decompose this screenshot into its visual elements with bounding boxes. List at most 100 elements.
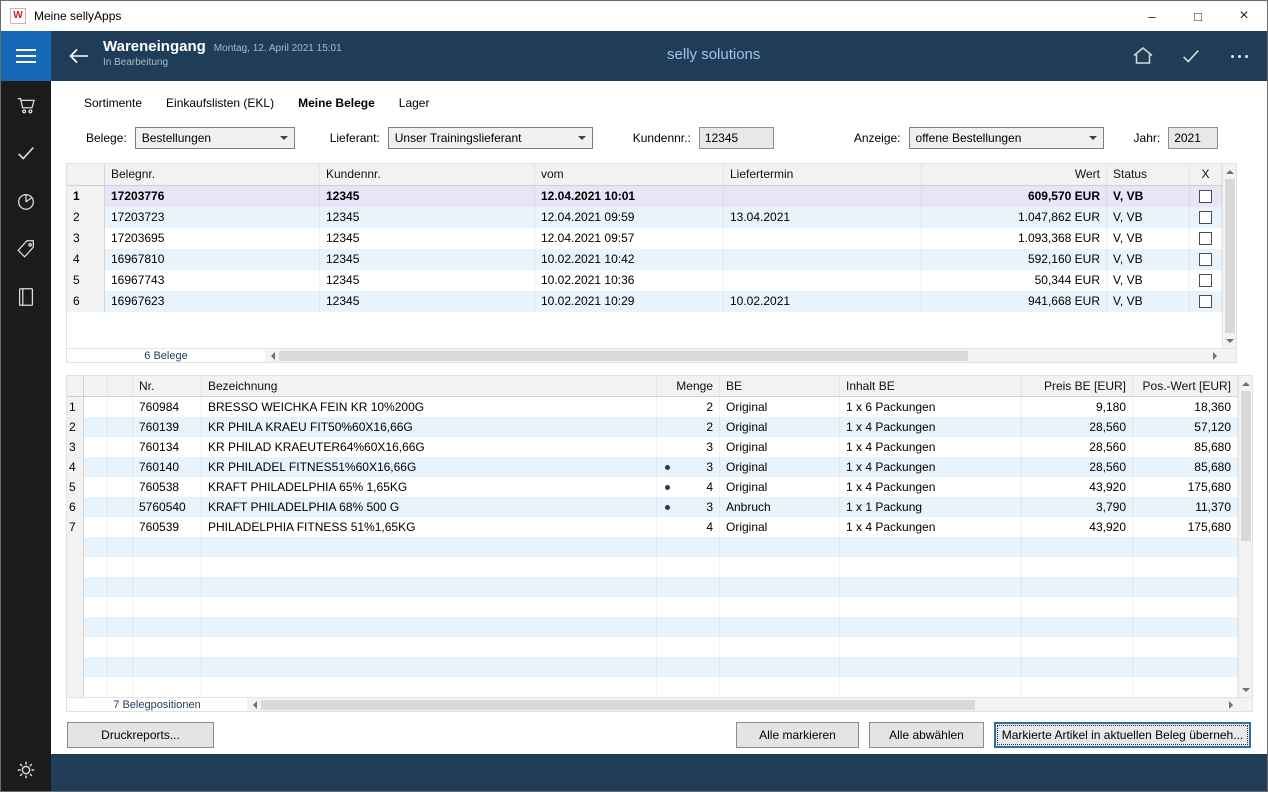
belege-dropdown[interactable]: Bestellungen	[135, 127, 295, 149]
beleg-row[interactable]: 6169676231234510.02.2021 10:2910.02.2021…	[67, 291, 1222, 312]
settings-gear-icon[interactable]	[1, 759, 51, 781]
col-select[interactable]: X	[1190, 164, 1222, 185]
cell-bezeichnung: KRAFT PHILADELPHIA 68% 500 G	[202, 497, 657, 517]
positionen-horizontal-scrollbar[interactable]	[247, 698, 1238, 711]
tab-meine-belege[interactable]: Meine Belege	[298, 96, 375, 110]
col-menge[interactable]: Menge	[657, 376, 720, 396]
cart-icon[interactable]	[15, 94, 37, 116]
belege-dropdown-value: Bestellungen	[142, 131, 274, 145]
scroll-left-icon[interactable]	[247, 698, 261, 712]
tab-sortimente[interactable]: Sortimente	[84, 96, 142, 110]
cell-artikelnr: 760139	[133, 417, 202, 437]
beleg-row[interactable]: 1172037761234512.04.2021 10:01609,570 EU…	[67, 186, 1222, 207]
menu-icon[interactable]	[1, 31, 51, 81]
position-row[interactable]: 4760140KR PHILADEL FITNES51%60X16,66G3Or…	[67, 457, 1238, 477]
content: Sortimente Einkaufslisten (EKL) Meine Be…	[51, 81, 1267, 754]
chevron-down-icon	[578, 136, 586, 144]
position-row[interactable]: 7760539PHILADELPHIA FITNESS 51%1,65KG4Or…	[67, 517, 1238, 537]
row-checkbox[interactable]	[1199, 274, 1212, 287]
cell-inhalt-be: 1 x 4 Packungen	[840, 477, 1022, 497]
back-arrow-icon[interactable]	[65, 42, 93, 70]
home-icon[interactable]	[1131, 44, 1155, 68]
jahr-label: Jahr:	[1134, 131, 1161, 145]
anzeige-dropdown[interactable]: offene Bestellungen	[909, 127, 1104, 149]
scrollbar-thumb[interactable]	[1241, 391, 1251, 541]
cell-be	[720, 677, 840, 697]
cell-bezeichnung: KR PHILA KRAEU FIT50%60X16,66G	[202, 417, 657, 437]
scroll-right-icon[interactable]	[1208, 349, 1222, 363]
position-row[interactable]: 1760984BRESSO WEICHKA FEIN KR 10%200G2Or…	[67, 397, 1238, 417]
position-row[interactable]: 3760134KR PHILAD KRAEUTER64%60X16,66G3Or…	[67, 437, 1238, 457]
beleg-row[interactable]: 3172036951234512.04.2021 09:571.093,368 …	[67, 228, 1222, 249]
uebernehmen-button[interactable]: Markierte Artikel in aktuellen Beleg übe…	[994, 722, 1251, 748]
kundennr-input[interactable]: 12345	[699, 127, 774, 149]
scroll-down-icon[interactable]	[1239, 683, 1253, 697]
position-row[interactable]: 5760538KRAFT PHILADELPHIA 65% 1,65KG4Ori…	[67, 477, 1238, 497]
col-kundennr[interactable]: Kundennr.	[320, 164, 535, 185]
col-belegnr[interactable]: Belegnr.	[105, 164, 320, 185]
cell-status: V, VB	[1107, 291, 1190, 312]
cell-vom: 10.02.2021 10:42	[535, 249, 724, 270]
pie-chart-icon[interactable]	[15, 190, 37, 212]
cell-belegnr: 17203695	[105, 228, 320, 249]
catalog-icon[interactable]	[15, 286, 37, 308]
tab-einkaufslisten[interactable]: Einkaufslisten (EKL)	[166, 96, 274, 110]
row-checkbox[interactable]	[1199, 232, 1212, 245]
col-bezeichnung[interactable]: Bezeichnung	[202, 376, 657, 396]
cell-status: V, VB	[1107, 228, 1190, 249]
more-options-icon[interactable]	[1227, 44, 1251, 68]
marker-dot	[665, 505, 670, 510]
col-status[interactable]: Status	[1107, 164, 1190, 185]
scrollbar-thumb[interactable]	[261, 700, 975, 710]
minimize-button[interactable]: –	[1129, 1, 1175, 31]
row-checkbox[interactable]	[1199, 295, 1212, 308]
col-preis-be[interactable]: Preis BE [EUR]	[1022, 376, 1133, 396]
cell-pos-wert	[1133, 557, 1238, 577]
row-checkbox[interactable]	[1199, 190, 1212, 203]
positionen-vertical-scrollbar[interactable]	[1238, 376, 1252, 697]
lieferant-dropdown-value: Unser Trainingslieferant	[395, 131, 572, 145]
check-icon[interactable]	[15, 142, 37, 164]
lieferant-dropdown[interactable]: Unser Trainingslieferant	[388, 127, 593, 149]
maximize-button[interactable]: □	[1175, 1, 1221, 31]
cell-preis-be: 28,560	[1022, 417, 1133, 437]
scroll-right-icon[interactable]	[1224, 698, 1238, 712]
col-liefertermin[interactable]: Liefertermin	[724, 164, 922, 185]
beleg-row[interactable]: 4169678101234510.02.2021 10:42592,160 EU…	[67, 249, 1222, 270]
beleg-row[interactable]: 5169677431234510.02.2021 10:3650,344 EUR…	[67, 270, 1222, 291]
scroll-down-icon[interactable]	[1223, 334, 1237, 348]
belege-vertical-scrollbar[interactable]	[1222, 164, 1236, 348]
druckreports-button[interactable]: Druckreports...	[67, 722, 214, 748]
position-row[interactable]: 65760540KRAFT PHILADELPHIA 68% 500 G3Anb…	[67, 497, 1238, 517]
jahr-input[interactable]: 2021	[1168, 127, 1218, 149]
scroll-left-icon[interactable]	[265, 349, 279, 363]
close-button[interactable]: ×	[1221, 1, 1267, 31]
cell-wert: 941,668 EUR	[922, 291, 1107, 312]
scrollbar-thumb[interactable]	[279, 351, 968, 361]
scroll-up-icon[interactable]	[1223, 164, 1237, 178]
cell-status: V, VB	[1107, 207, 1190, 228]
position-row[interactable]: 2760139KR PHILA KRAEU FIT50%60X16,66G2Or…	[67, 417, 1238, 437]
belege-horizontal-scrollbar[interactable]	[265, 349, 1222, 362]
cell-pos-wert: 18,360	[1133, 397, 1238, 417]
col-vom[interactable]: vom	[535, 164, 724, 185]
col-inhalt-be[interactable]: Inhalt BE	[840, 376, 1022, 396]
beleg-row[interactable]: 2172037231234512.04.2021 09:5913.04.2021…	[67, 207, 1222, 228]
col-nr[interactable]: Nr.	[133, 376, 202, 396]
blank-cell	[84, 477, 108, 497]
scrollbar-thumb[interactable]	[1225, 179, 1235, 333]
col-be[interactable]: BE	[720, 376, 840, 396]
app-logo-icon: W	[10, 8, 26, 24]
row-checkbox[interactable]	[1199, 211, 1212, 224]
tab-lager[interactable]: Lager	[399, 96, 430, 110]
alle-markieren-button[interactable]: Alle markieren	[736, 722, 859, 748]
col-wert[interactable]: Wert	[922, 164, 1107, 185]
cell-menge	[657, 677, 720, 697]
row-checkbox[interactable]	[1199, 253, 1212, 266]
col-pos-wert[interactable]: Pos.-Wert [EUR]	[1133, 376, 1238, 396]
cell-pos-wert: 11,370	[1133, 497, 1238, 517]
alle-abwaehlen-button[interactable]: Alle abwählen	[869, 722, 984, 748]
scroll-up-icon[interactable]	[1239, 376, 1253, 390]
price-tag-icon[interactable]	[15, 238, 37, 260]
confirm-check-icon[interactable]	[1179, 44, 1203, 68]
